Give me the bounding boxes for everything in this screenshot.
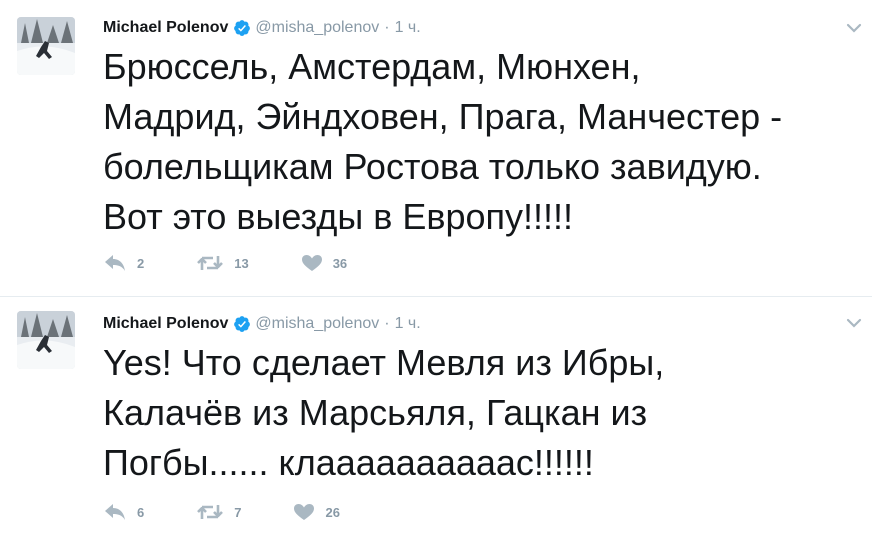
reply-button[interactable]: 2 [103, 254, 144, 272]
reply-icon [105, 255, 125, 271]
separator: · [384, 19, 390, 36]
tweet-text-line: Калачёв из Марсьяля, Гацкан из [103, 392, 648, 433]
reply-count: 2 [137, 255, 145, 271]
reply-button[interactable]: 6 [103, 503, 144, 521]
like-button[interactable]: 26 [293, 503, 340, 521]
retweet-icon [197, 256, 224, 270]
like-count: 26 [325, 504, 340, 520]
author-name[interactable]: Michael Polenov [103, 315, 228, 333]
like-icon [294, 504, 315, 520]
tweet-text-line: Yes! Что сделает Мевля из Ибры, [103, 342, 665, 383]
like-button[interactable]: 36 [301, 254, 347, 272]
reply-count: 6 [137, 504, 145, 520]
retweet-count: 7 [234, 504, 242, 520]
tweet[interactable]: Michael Polenov @misha_polenov · 1 ч. Бр… [0, 0, 872, 296]
verified-badge-icon [234, 316, 251, 332]
tweet[interactable]: Michael Polenov @misha_polenov · 1 ч. Ye… [0, 296, 872, 535]
author-handle[interactable]: @misha_polenov [255, 315, 379, 333]
tweet-text-line: болельщикам Ростова только завидую. [103, 146, 762, 187]
tweet-text-line: Погбы...... клаааааааааас!!!!!! [103, 442, 594, 483]
chevron-down-icon[interactable] [846, 22, 862, 34]
timestamp[interactable]: 1 ч. [395, 315, 421, 333]
chevron-down-icon[interactable] [846, 317, 862, 329]
retweet-button[interactable]: 13 [196, 254, 249, 272]
avatar[interactable] [17, 17, 75, 75]
tweet-actions: 6 7 26 [103, 503, 392, 521]
reply-icon [105, 504, 125, 520]
like-count: 36 [332, 255, 348, 271]
author-handle[interactable]: @misha_polenov [255, 19, 379, 37]
retweet-button[interactable]: 7 [196, 503, 241, 521]
retweet-count: 13 [234, 255, 249, 271]
author-name[interactable]: Michael Polenov [103, 19, 228, 37]
avatar[interactable] [17, 311, 75, 369]
tweet-text: Yes! Что сделает Мевля из Ибры, Калачёв … [103, 338, 863, 488]
tweet-actions: 2 13 36 [103, 254, 399, 272]
tweet-text-line: Мадрид, Эйндховен, Прага, Манчестер - [103, 96, 783, 137]
separator: · [384, 315, 390, 332]
retweet-icon [197, 505, 224, 519]
tweet-text: Брюссель, Амстердам, Мюнхен, Мадрид, Эйн… [103, 42, 863, 242]
timestamp[interactable]: 1 ч. [395, 19, 421, 37]
like-icon [301, 255, 322, 271]
tweet-text-line: Вот это выезды в Европу!!!!! [103, 196, 574, 237]
verified-badge-icon [234, 20, 251, 36]
tweet-text-line: Брюссель, Амстердам, Мюнхен, [103, 46, 641, 87]
